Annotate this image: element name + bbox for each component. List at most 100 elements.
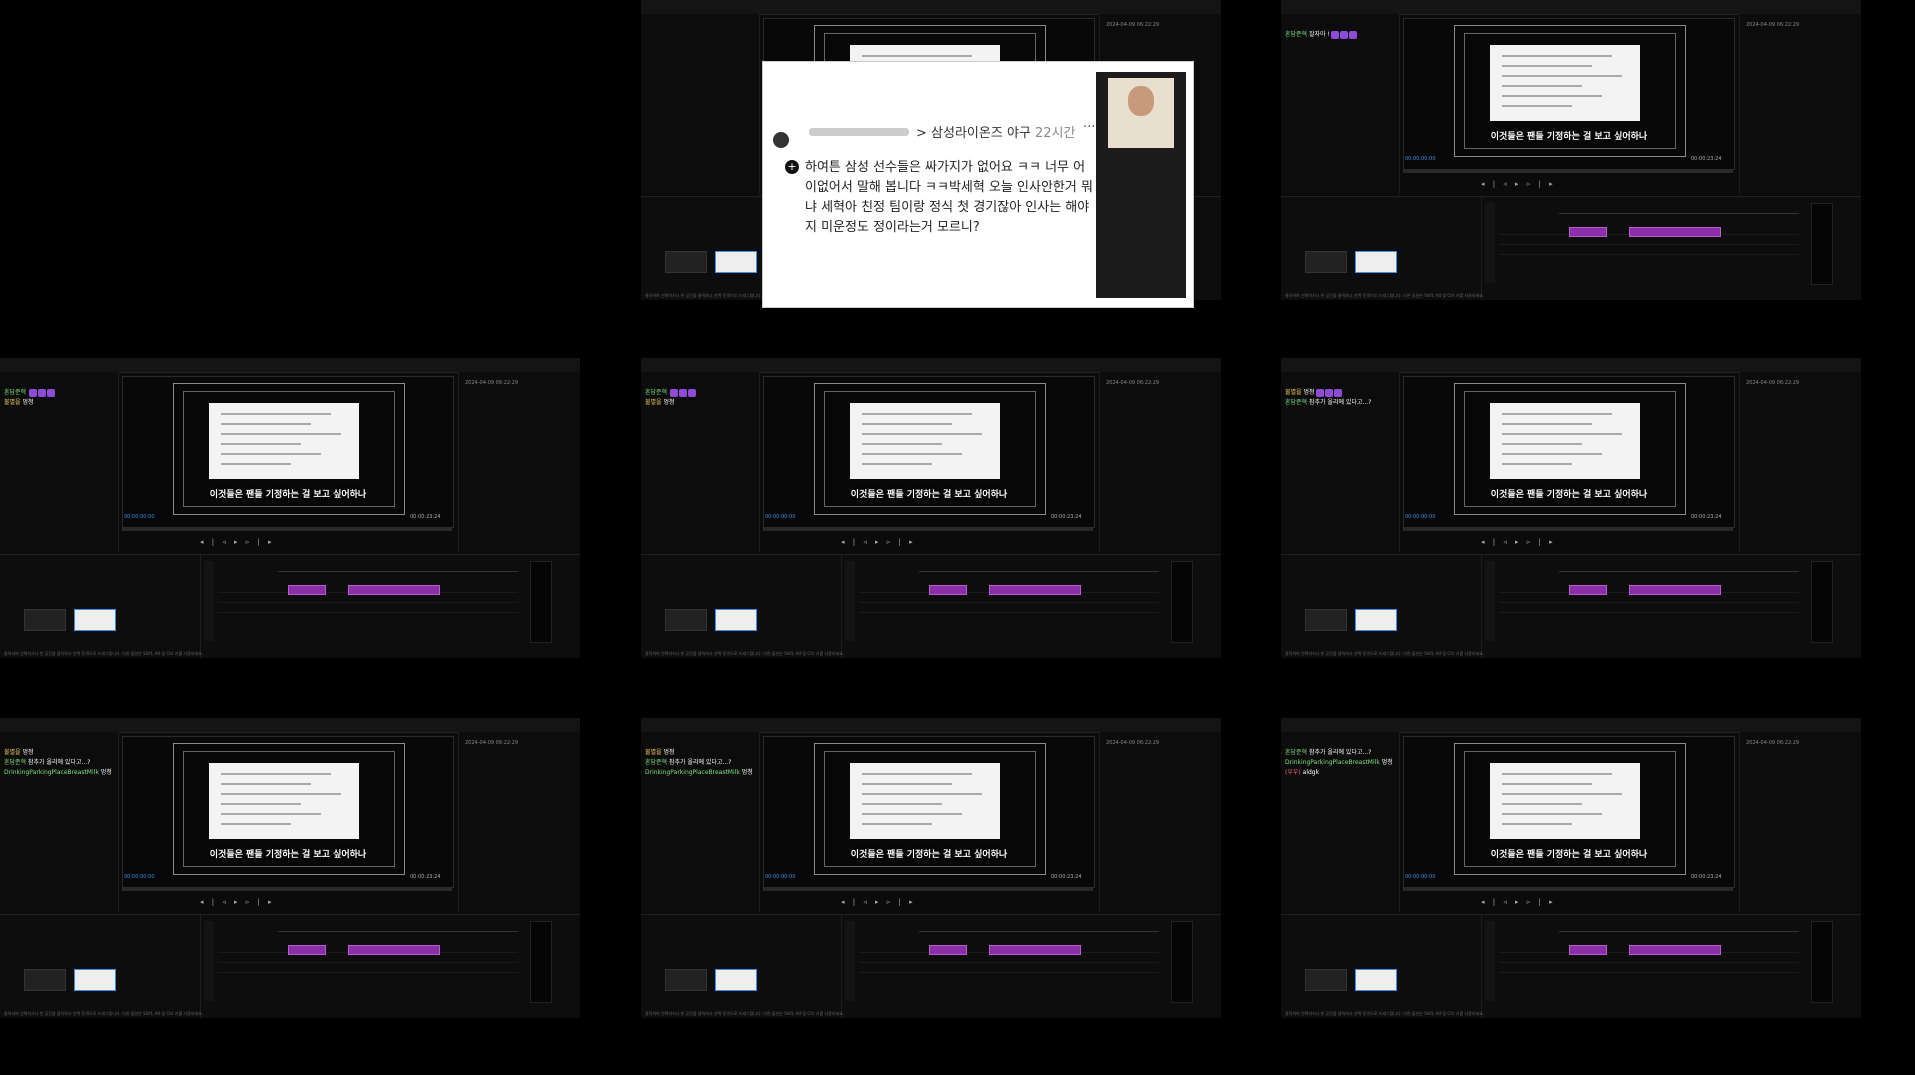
community-name[interactable]: 삼성라이온즈 야구 [931,126,1031,141]
clip-thumbnail[interactable] [1305,609,1347,631]
clip-thumbnail[interactable] [1305,969,1347,991]
playback-controls[interactable]: ◂ | ◃ ▸ ▹ | ▸ [1481,898,1556,906]
timeline-clip[interactable] [288,945,326,955]
scrub-bar[interactable] [1403,170,1733,173]
emote-icon [679,388,687,397]
effects-panel: 2024-04-09 06:22:29 [1739,732,1861,912]
timeline-clip[interactable] [1569,585,1607,595]
timeline-clip[interactable] [348,585,440,595]
timeline-ruler[interactable] [1559,207,1799,214]
timeline-track[interactable] [1499,245,1799,255]
timeline-clip[interactable] [348,945,440,955]
timecode-start[interactable]: 00:00:00:00 [124,514,155,520]
timeline-ruler[interactable] [919,565,1159,572]
tools-panel[interactable] [204,921,214,1001]
timeline-clip[interactable] [989,585,1081,595]
tools-panel[interactable] [1485,921,1495,1001]
timeline-clip[interactable] [989,945,1081,955]
playback-controls[interactable]: ◂ | ◃ ▸ ▹ | ▸ [200,538,275,546]
timeline-clip[interactable] [1629,945,1721,955]
timeline-clip[interactable] [1569,945,1607,955]
clip-thumbnail[interactable] [665,609,707,631]
scrub-bar[interactable] [1403,528,1733,531]
clip-thumbnail[interactable] [665,251,707,273]
timecode-start[interactable]: 00:00:00:00 [1405,514,1436,520]
playback-controls[interactable]: ◂ | ◃ ▸ ▹ | ▸ [841,538,916,546]
clip-thumbnail[interactable] [715,969,757,991]
timeline-ruler[interactable] [278,565,518,572]
timeline-clip[interactable] [929,585,967,595]
clip-thumbnail[interactable] [74,969,116,991]
playback-controls[interactable]: ◂ | ◃ ▸ ▹ | ▸ [1481,180,1556,188]
timecode-start[interactable]: 00:00:00:00 [765,874,796,880]
timeline-track[interactable] [218,603,518,613]
playback-controls[interactable]: ◂ | ◃ ▸ ▹ | ▸ [1481,538,1556,546]
tools-panel[interactable] [845,921,855,1001]
clip-thumbnail[interactable] [665,969,707,991]
timeline-area: 클릭하여 선택하거나 빈 공간을 클릭하고 선택 윤곽으로 드래그합니다. 다른… [0,554,580,658]
scrub-bar[interactable] [1403,888,1733,891]
tools-panel[interactable] [204,561,214,641]
timeline-track[interactable] [859,963,1159,973]
timeline-clip[interactable] [1629,227,1721,237]
timecode-start[interactable]: 00:00:00:00 [1405,874,1436,880]
playback-controls[interactable]: ◂ | ◃ ▸ ▹ | ▸ [841,898,916,906]
sequence-date: 2024-04-09 06:22:29 [1106,740,1160,746]
timeline[interactable] [1499,555,1799,658]
community-post-popup: + > 삼성라이온즈 야구 22시간 ··· 하여튼 삼성 선수들은 싸가지가 … [763,62,1193,307]
breadcrumb[interactable]: > 삼성라이온즈 야구 22시간 [916,122,1075,141]
timeline[interactable] [1499,915,1799,1018]
timeline-track[interactable] [218,963,518,973]
chat-messages: 불멸을 멍청 혼담준혁 참추가 올리에 있다고...? DrinkingParkin… [4,748,112,778]
timeline-track[interactable] [859,603,1159,613]
status-bar: 클릭하여 선택하거나 빈 공간을 클릭하고 선택 윤곽으로 드래그합니다. 다른… [1285,1011,1485,1016]
timeline[interactable] [218,915,518,1018]
clip-thumbnail[interactable] [715,251,757,273]
editor-tab-bar [0,358,580,373]
scrub-bar[interactable] [763,528,1093,531]
clip-thumbnail[interactable] [1355,251,1397,273]
timeline[interactable] [1499,197,1799,300]
timeline-clip[interactable] [929,945,967,955]
timeline-ruler[interactable] [919,925,1159,932]
timeline-clip[interactable] [1629,585,1721,595]
timeline-clip[interactable] [1569,227,1607,237]
clip-thumbnail[interactable] [1355,969,1397,991]
status-bar: 클릭하여 선택하거나 빈 공간을 클릭하고 선택 윤곽으로 드래그합니다. 다른… [645,651,845,656]
timeline-ruler[interactable] [1559,925,1799,932]
clip-thumbnail[interactable] [24,969,66,991]
tools-panel[interactable] [1485,561,1495,641]
clip-thumbnail[interactable] [74,609,116,631]
scrub-bar[interactable] [763,888,1093,891]
scrub-bar[interactable] [122,888,452,891]
timeline[interactable] [859,915,1159,1018]
program-monitor: 이것들은 팬들 기정하는 걸 보고 싶어하나 [763,376,1095,528]
timeline-ruler[interactable] [278,925,518,932]
chat-overlay-panel: 불멸을 멍청 혼담준혁 참추가 올리에 있다고...? DrinkingParkin… [641,732,760,912]
timeline-track[interactable] [1499,963,1799,973]
clip-thumbnail[interactable] [1355,609,1397,631]
clip-thumbnail[interactable] [1305,251,1347,273]
timeline[interactable] [859,555,1159,658]
tools-panel[interactable] [1485,203,1495,283]
timecode-start[interactable]: 00:00:00:00 [1405,156,1436,162]
add-icon[interactable]: + [785,160,799,174]
timeline-clip[interactable] [288,585,326,595]
sequence-date: 2024-04-09 06:22:29 [465,380,519,386]
more-options-icon[interactable]: ··· [1083,120,1095,135]
scrub-bar[interactable] [122,528,452,531]
playback-controls[interactable]: ◂ | ◃ ▸ ▹ | ▸ [200,898,275,906]
timeline-track[interactable] [1499,603,1799,613]
document-image [1490,45,1640,121]
emote-icon [1333,388,1342,397]
timeline-area: 클릭하여 선택하거나 빈 공간을 클릭하고 선택 윤곽으로 드래그합니다. 다른… [0,914,580,1018]
clip-thumbnail[interactable] [24,609,66,631]
sequence-date: 2024-04-09 06:22:29 [465,740,519,746]
timeline-ruler[interactable] [1559,565,1799,572]
timecode-start[interactable]: 00:00:00:00 [765,514,796,520]
tools-panel[interactable] [845,561,855,641]
clip-thumbnail[interactable] [715,609,757,631]
timecode-start[interactable]: 00:00:00:00 [124,874,155,880]
timeline[interactable] [218,555,518,658]
chat-username: 혼담준혁 [645,759,669,766]
